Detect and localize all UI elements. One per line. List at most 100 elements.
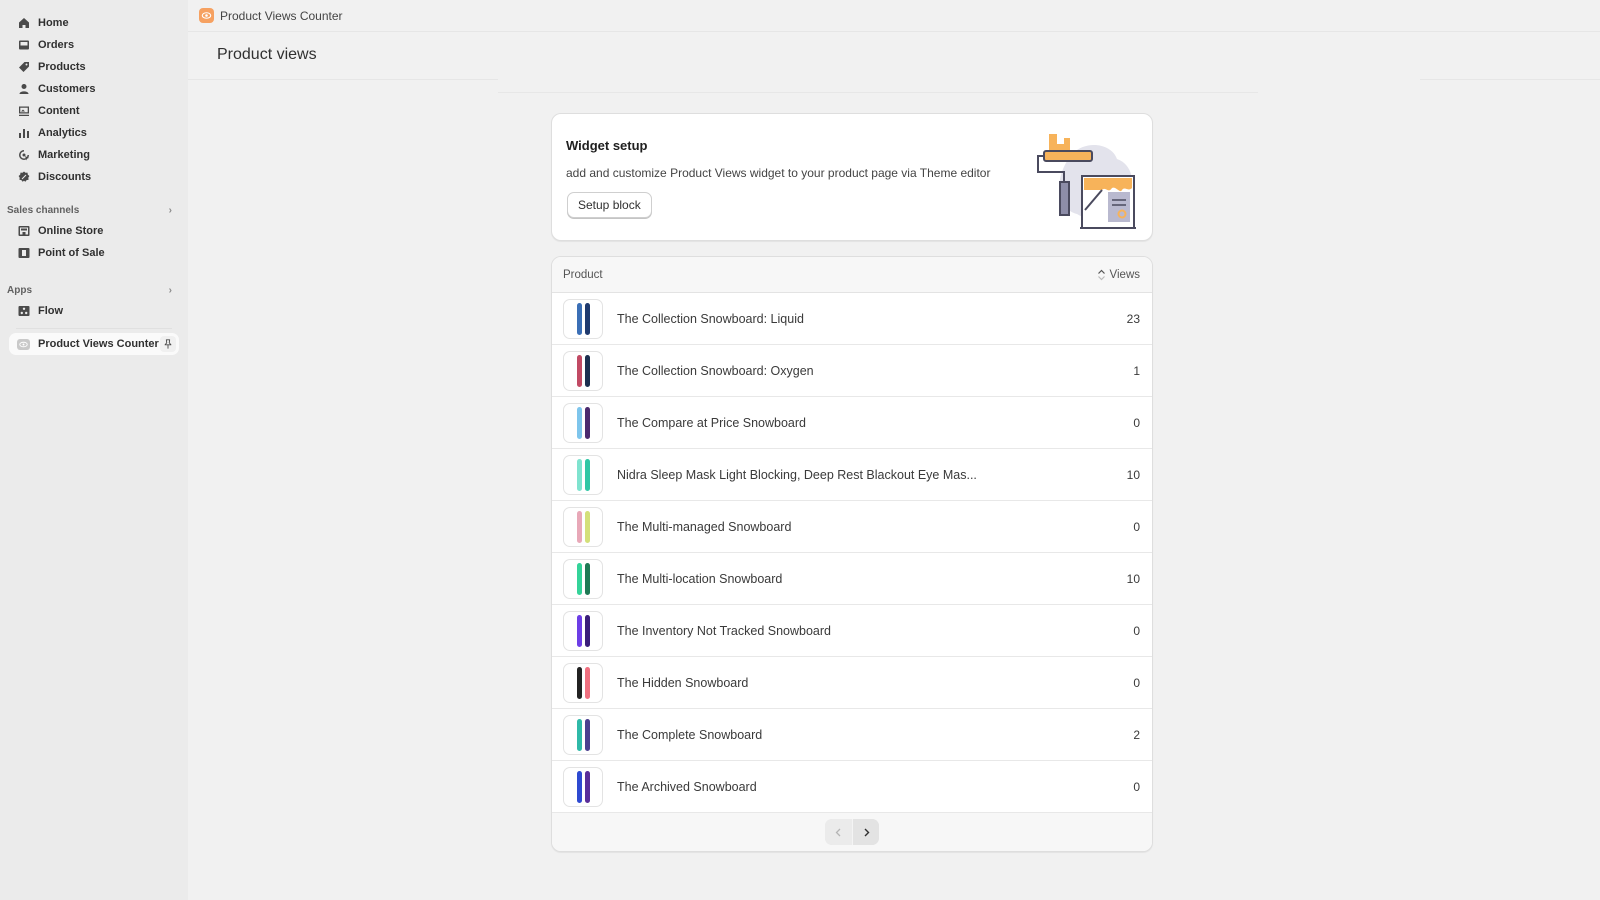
pagination-controls xyxy=(825,819,879,845)
snowboard-image xyxy=(584,354,590,387)
pagination xyxy=(552,813,1152,851)
home-icon xyxy=(17,17,30,30)
widget-setup-title: Widget setup xyxy=(566,138,648,153)
sidebar-item-product-views-counter[interactable]: Product Views Counter xyxy=(9,333,179,355)
table-body: The Collection Snowboard: Liquid 23 The Co… xyxy=(552,293,1152,813)
snowboard-image xyxy=(576,666,582,699)
sales-channels-header[interactable]: Sales channels › xyxy=(0,200,188,220)
eye-icon xyxy=(199,8,214,23)
table-row[interactable]: The Compare at Price Snowboard 0 xyxy=(552,397,1152,449)
snowboard-image xyxy=(576,458,582,491)
pin-icon[interactable] xyxy=(160,336,176,352)
snowboard-image xyxy=(576,510,582,543)
chevron-right-icon xyxy=(864,828,869,836)
table-row[interactable]: The Collection Snowboard: Liquid 23 xyxy=(552,293,1152,345)
product-thumbnail xyxy=(563,610,603,651)
sidebar-item-discounts[interactable]: Discounts xyxy=(0,166,188,188)
snowboard-image xyxy=(576,354,582,387)
sales-channels-label: Sales channels xyxy=(7,204,80,216)
product-thumbnail xyxy=(563,558,603,599)
chevron-right-icon: › xyxy=(168,284,172,296)
table-row[interactable]: The Complete Snowboard 2 xyxy=(552,709,1152,761)
snowboard-image xyxy=(584,770,590,803)
product-views-count: 23 xyxy=(1126,311,1140,326)
snowboard-image xyxy=(576,562,582,595)
table-row[interactable]: The Collection Snowboard: Oxygen 1 xyxy=(552,345,1152,397)
apps-label: Apps xyxy=(7,284,32,296)
eye-icon xyxy=(17,338,30,350)
product-name: The Multi-managed Snowboard xyxy=(617,519,792,534)
orders-icon xyxy=(17,39,30,52)
sidebar-item-online-store[interactable]: Online Store xyxy=(0,220,188,242)
snowboard-image xyxy=(576,718,582,751)
table-row[interactable]: The Multi-location Snowboard 10 xyxy=(552,553,1152,605)
table-row[interactable]: The Archived Snowboard 0 xyxy=(552,761,1152,813)
sidebar-item-label: Flow xyxy=(38,305,64,317)
page-title: Product views xyxy=(217,46,317,63)
product-views-count: 0 xyxy=(1133,675,1140,690)
snowboard-image xyxy=(584,614,590,647)
product-views-count: 0 xyxy=(1133,519,1140,534)
sidebar: Home Orders Products Customers Content A… xyxy=(0,0,188,900)
sidebar-item-point-of-sale[interactable]: Point of Sale xyxy=(0,242,188,264)
table-row[interactable]: Nidra Sleep Mask Light Blocking, Deep Re… xyxy=(552,449,1152,501)
snowboard-image xyxy=(576,770,582,803)
product-views-count: 0 xyxy=(1133,415,1140,430)
product-thumbnail xyxy=(563,298,603,339)
snowboard-image xyxy=(584,302,590,335)
product-views-count: 1 xyxy=(1133,363,1140,378)
previous-page-button[interactable] xyxy=(825,819,852,845)
sidebar-item-orders[interactable]: Orders xyxy=(0,34,188,56)
product-name: The Hidden Snowboard xyxy=(617,675,749,690)
target-icon xyxy=(17,149,30,162)
sidebar-item-analytics[interactable]: Analytics xyxy=(0,122,188,144)
sidebar-item-customers[interactable]: Customers xyxy=(0,78,188,100)
product-thumbnail xyxy=(563,454,603,495)
product-name: The Collection Snowboard: Oxygen xyxy=(617,363,814,378)
app-name: Product Views Counter xyxy=(220,8,343,23)
sidebar-item-label: Customers xyxy=(38,83,96,95)
store-icon xyxy=(17,225,30,238)
snowboard-image xyxy=(584,562,590,595)
product-name: The Multi-location Snowboard xyxy=(617,571,783,586)
snowboard-image xyxy=(584,458,590,491)
snowboard-image xyxy=(576,302,582,335)
product-views-count: 0 xyxy=(1133,623,1140,638)
product-thumbnail xyxy=(563,766,603,807)
column-header-views[interactable]: Views xyxy=(1097,269,1140,281)
product-name: The Compare at Price Snowboard xyxy=(617,415,806,430)
person-icon xyxy=(17,83,30,96)
table-row[interactable]: The Multi-managed Snowboard 0 xyxy=(552,501,1152,553)
product-views-count: 0 xyxy=(1133,779,1140,794)
sidebar-item-products[interactable]: Products xyxy=(0,56,188,78)
product-views-count: 2 xyxy=(1133,727,1140,742)
sidebar-item-content[interactable]: Content xyxy=(0,100,188,122)
setup-block-button[interactable]: Setup block xyxy=(567,192,652,218)
snowboard-image xyxy=(584,666,590,699)
snowboard-image xyxy=(584,406,590,439)
sidebar-item-home[interactable]: Home xyxy=(0,12,188,34)
product-thumbnail xyxy=(563,506,603,547)
product-name: The Inventory Not Tracked Snowboard xyxy=(617,623,832,638)
divider xyxy=(1420,79,1600,80)
apps-header[interactable]: Apps › xyxy=(0,280,188,300)
snowboard-image xyxy=(576,614,582,647)
product-views-count: 10 xyxy=(1126,571,1140,586)
product-thumbnail xyxy=(563,350,603,391)
chevron-left-icon xyxy=(835,828,841,836)
product-views-table: Product Views The Collection Snowboard: … xyxy=(551,256,1153,852)
sidebar-item-label: Discounts xyxy=(38,171,92,183)
sidebar-item-marketing[interactable]: Marketing xyxy=(0,144,188,166)
table-row[interactable]: The Hidden Snowboard 0 xyxy=(552,657,1152,709)
sidebar-item-label: Orders xyxy=(38,39,75,51)
pos-icon xyxy=(17,247,30,260)
product-thumbnail xyxy=(563,662,603,703)
next-page-button[interactable] xyxy=(852,819,879,845)
sort-icon xyxy=(1097,269,1105,280)
product-name: Nidra Sleep Mask Light Blocking, Deep Re… xyxy=(617,467,977,482)
product-name: The Complete Snowboard xyxy=(617,727,763,742)
sidebar-item-label: Products xyxy=(38,61,86,73)
discount-icon xyxy=(17,171,30,184)
sidebar-item-flow[interactable]: Flow xyxy=(0,300,188,322)
table-row[interactable]: The Inventory Not Tracked Snowboard 0 xyxy=(552,605,1152,657)
